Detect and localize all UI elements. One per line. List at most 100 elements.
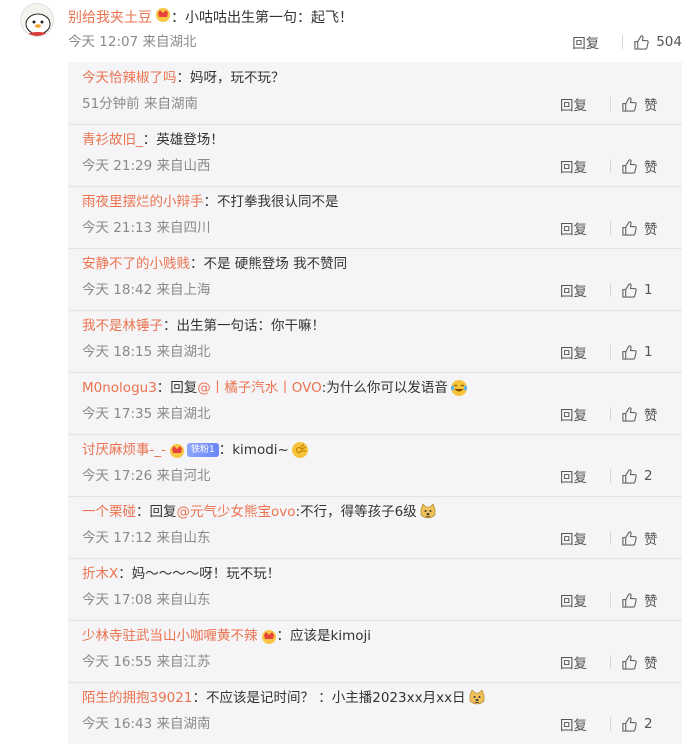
reply-item: 讨厌麻烦事-_- 铁粉1： kimodi~ 今天 17:26 来自河北 回复 2 <box>68 434 682 496</box>
reply-meta: 今天 17:35 来自湖北 <box>82 404 211 424</box>
like-count: 赞 <box>644 98 658 114</box>
like-button[interactable]: 1 <box>621 282 664 299</box>
reply-username[interactable]: 青衫故旧_ <box>82 130 143 150</box>
reply-meta: 今天 16:43 来自湖南 <box>82 714 211 734</box>
like-button[interactable]: 2 <box>621 468 664 485</box>
reply-content: 不打拳我很认同不是 <box>217 194 339 210</box>
reply-username[interactable]: 安静不了的小贱贱 <box>82 254 190 274</box>
reply-content: kimodi~ <box>232 442 289 458</box>
main-comment-text: 别给我夹土豆 ：小咕咕出生第一句：起飞！ <box>68 6 353 28</box>
reply-actions: 回复 赞 <box>560 218 664 238</box>
divider <box>610 531 611 545</box>
vip-crown-icon <box>169 442 185 458</box>
reply-time: 今天 17:08 <box>82 592 153 608</box>
divider <box>610 97 611 111</box>
reply-item: 一个栗碰 ：回复 @元气少女熊宝ovo:不行，得等孩子6级 今天 17:12 来自山东… <box>68 496 682 558</box>
reply-text: 今天恰辣椒了吗：妈呀，玩不玩？ <box>82 68 285 88</box>
reply-username[interactable]: 雨夜里摆烂的小辩手 <box>82 192 204 212</box>
like-button[interactable]: 赞 <box>621 218 664 238</box>
like-button[interactable]: 赞 <box>621 590 664 610</box>
like-button[interactable]: 504 <box>633 34 682 51</box>
reply-text: M0nologu3 ：回复 @丨橘子汽水丨OVO:为什么你可以发语音 <box>82 378 468 398</box>
like-button[interactable]: 赞 <box>621 528 664 548</box>
like-count: 2 <box>644 468 653 484</box>
reply-time: 今天 16:43 <box>82 716 153 732</box>
reply-actions: 回复 1 <box>560 342 664 362</box>
reply-meta: 今天 16:55 来自江苏 <box>82 652 211 672</box>
main-comment-username[interactable]: 别给我夹土豆 <box>68 10 152 26</box>
vip-crown-icon <box>261 628 277 644</box>
thumbs-up-icon <box>622 530 637 546</box>
reply-location: 来自江苏 <box>156 654 211 670</box>
reply-meta: 今天 17:12 来自山东 <box>82 528 211 548</box>
reply-item: 雨夜里摆烂的小辩手：不打拳我很认同不是 今天 21:13 来自四川 回复 赞 <box>68 186 682 248</box>
reply-button[interactable]: 回复 <box>572 32 622 52</box>
reply-actions: 回复 赞 <box>560 590 664 610</box>
reply-text: 一个栗碰 ：回复 @元气少女熊宝ovo:不行，得等孩子6级 <box>82 502 437 522</box>
like-button[interactable]: 2 <box>621 716 664 733</box>
divider <box>610 469 611 483</box>
mention-link[interactable]: @丨橘子汽水丨OVO <box>197 378 322 398</box>
reply-button[interactable]: 回复 <box>560 652 610 672</box>
like-count: 赞 <box>644 222 658 238</box>
reply-prefix: ： <box>142 132 157 148</box>
reply-button[interactable]: 回复 <box>560 156 610 176</box>
reply-divider <box>68 434 682 435</box>
reply-button[interactable]: 回复 <box>560 342 610 362</box>
reply-button[interactable]: 回复 <box>560 714 610 734</box>
divider <box>610 407 611 421</box>
reply-location: 来自湖南 <box>156 716 211 732</box>
reply-meta: 今天 17:08 来自山东 <box>82 590 211 610</box>
reply-username[interactable]: 我不是林锤子 <box>82 316 163 336</box>
like-count: 1 <box>644 282 653 298</box>
like-button[interactable]: 赞 <box>621 156 664 176</box>
reply-username[interactable]: 少林寺驻武当山小咖喱黄不辣 <box>82 626 258 646</box>
reply-username[interactable]: M0nologu3 <box>82 378 157 398</box>
reply-button[interactable]: 回复 <box>560 528 610 548</box>
reply-actions: 回复 2 <box>560 714 664 734</box>
mention-link[interactable]: @元气少女熊宝ovo <box>177 502 296 522</box>
like-button[interactable]: 赞 <box>621 404 664 424</box>
reply-time: 今天 21:13 <box>82 220 153 236</box>
reply-divider <box>68 124 682 125</box>
reply-actions: 回复 赞 <box>560 652 664 672</box>
reply-content: 妈呀，玩不玩？ <box>190 70 285 86</box>
reply-item: 少林寺驻武当山小咖喱黄不辣 ：应该是kimoji 今天 16:55 来自江苏 回复 赞 <box>68 620 682 682</box>
reply-prefix: ： <box>118 566 132 582</box>
like-count: 赞 <box>644 160 658 176</box>
doge-emoji-icon <box>419 503 437 521</box>
reply-button[interactable]: 回复 <box>560 94 610 114</box>
reply-username[interactable]: 讨厌麻烦事-_- <box>82 440 166 460</box>
like-count: 504 <box>656 34 682 50</box>
like-button[interactable]: 赞 <box>621 94 664 114</box>
reply-actions: 回复 赞 <box>560 528 664 548</box>
reply-text: 雨夜里摆烂的小辩手：不打拳我很认同不是 <box>82 192 339 212</box>
reply-username[interactable]: 折木X <box>82 564 118 584</box>
reply-username[interactable]: 今天恰辣椒了吗 <box>82 68 177 88</box>
like-button[interactable]: 1 <box>621 344 664 361</box>
reply-meta: 今天 21:29 来自山西 <box>82 156 211 176</box>
reply-list: 今天恰辣椒了吗：妈呀，玩不玩？ 51分钟前 来自湖南 回复赞青衫故旧_：英雄登场！今… <box>68 62 682 744</box>
like-button[interactable]: 赞 <box>621 652 664 672</box>
reply-divider <box>68 372 682 373</box>
like-count: 赞 <box>644 532 658 548</box>
reply-content: 应该是kimoji <box>290 628 371 644</box>
reply-button[interactable]: 回复 <box>560 404 610 424</box>
reply-username[interactable]: 一个栗碰 <box>82 502 136 522</box>
reply-divider <box>68 682 682 683</box>
reply-item: 安静不了的小贱贱：不是 硬熊登场 我不赞同 今天 18:42 来自上海 回复 1 <box>68 248 682 310</box>
reply-username[interactable]: 陌生的拥抱39021 <box>82 688 192 708</box>
avatar[interactable] <box>20 3 54 37</box>
reply-button[interactable]: 回复 <box>560 280 610 300</box>
reply-button[interactable]: 回复 <box>560 466 610 486</box>
reply-content: 不应该是记时间？ ：小主播2023xx月xx日 <box>205 690 466 706</box>
reply-button[interactable]: 回复 <box>560 218 610 238</box>
divider <box>610 345 611 359</box>
reply-button[interactable]: 回复 <box>560 590 610 610</box>
reply-meta: 今天 18:15 来自湖北 <box>82 342 211 362</box>
reply-location: 来自山东 <box>156 530 211 546</box>
laugh-cry-emoji-icon <box>450 379 468 397</box>
reply-actions: 回复 1 <box>560 280 664 300</box>
main-comment-actions: 回复 504 <box>572 32 682 52</box>
reply-meta: 今天 17:26 来自河北 <box>82 466 211 486</box>
